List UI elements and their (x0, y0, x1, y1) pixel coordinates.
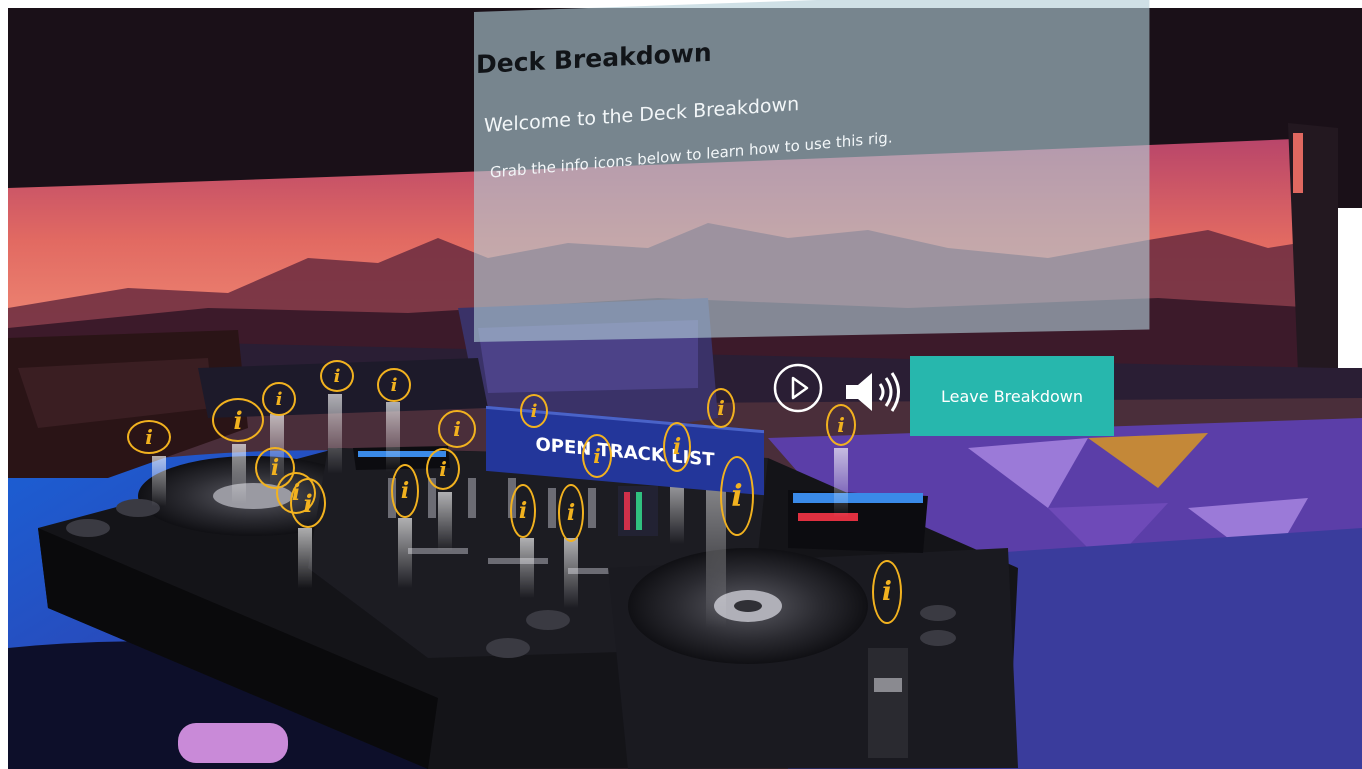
info-icon[interactable]: i (510, 484, 536, 538)
speaker-icon (846, 372, 900, 412)
info-beam (152, 456, 166, 506)
info-icon[interactable]: i (290, 478, 326, 528)
info-icon[interactable]: i (391, 464, 419, 518)
volume-button[interactable] (842, 368, 906, 416)
info-beam (398, 518, 412, 588)
info-beam (834, 448, 848, 518)
info-icon[interactable]: i (558, 484, 584, 542)
info-icon[interactable]: i (663, 422, 691, 472)
info-icon[interactable]: i (826, 404, 856, 446)
info-beam (328, 394, 342, 474)
info-icon[interactable]: i (438, 410, 476, 448)
info-icon[interactable]: i (582, 434, 612, 478)
info-beam (520, 538, 534, 598)
leave-breakdown-button[interactable]: Leave Breakdown (910, 356, 1114, 436)
info-icon[interactable]: i (262, 382, 296, 416)
info-beam (438, 492, 452, 552)
info-icon[interactable]: i (520, 394, 548, 428)
info-icon[interactable]: i (720, 456, 754, 536)
info-beam (232, 444, 246, 504)
info-beam (386, 402, 400, 472)
play-icon (773, 363, 823, 413)
play-button[interactable] (772, 362, 824, 414)
info-icon[interactable]: i (377, 368, 411, 402)
info-icon[interactable]: i (320, 360, 354, 392)
info-icon[interactable]: i (212, 398, 264, 442)
info-icon[interactable]: i (426, 448, 460, 490)
info-icon[interactable]: i (707, 388, 735, 428)
info-beam (564, 538, 578, 608)
info-icon[interactable]: i (872, 560, 902, 624)
info-beam (298, 528, 312, 588)
info-icon[interactable]: i (127, 420, 171, 454)
